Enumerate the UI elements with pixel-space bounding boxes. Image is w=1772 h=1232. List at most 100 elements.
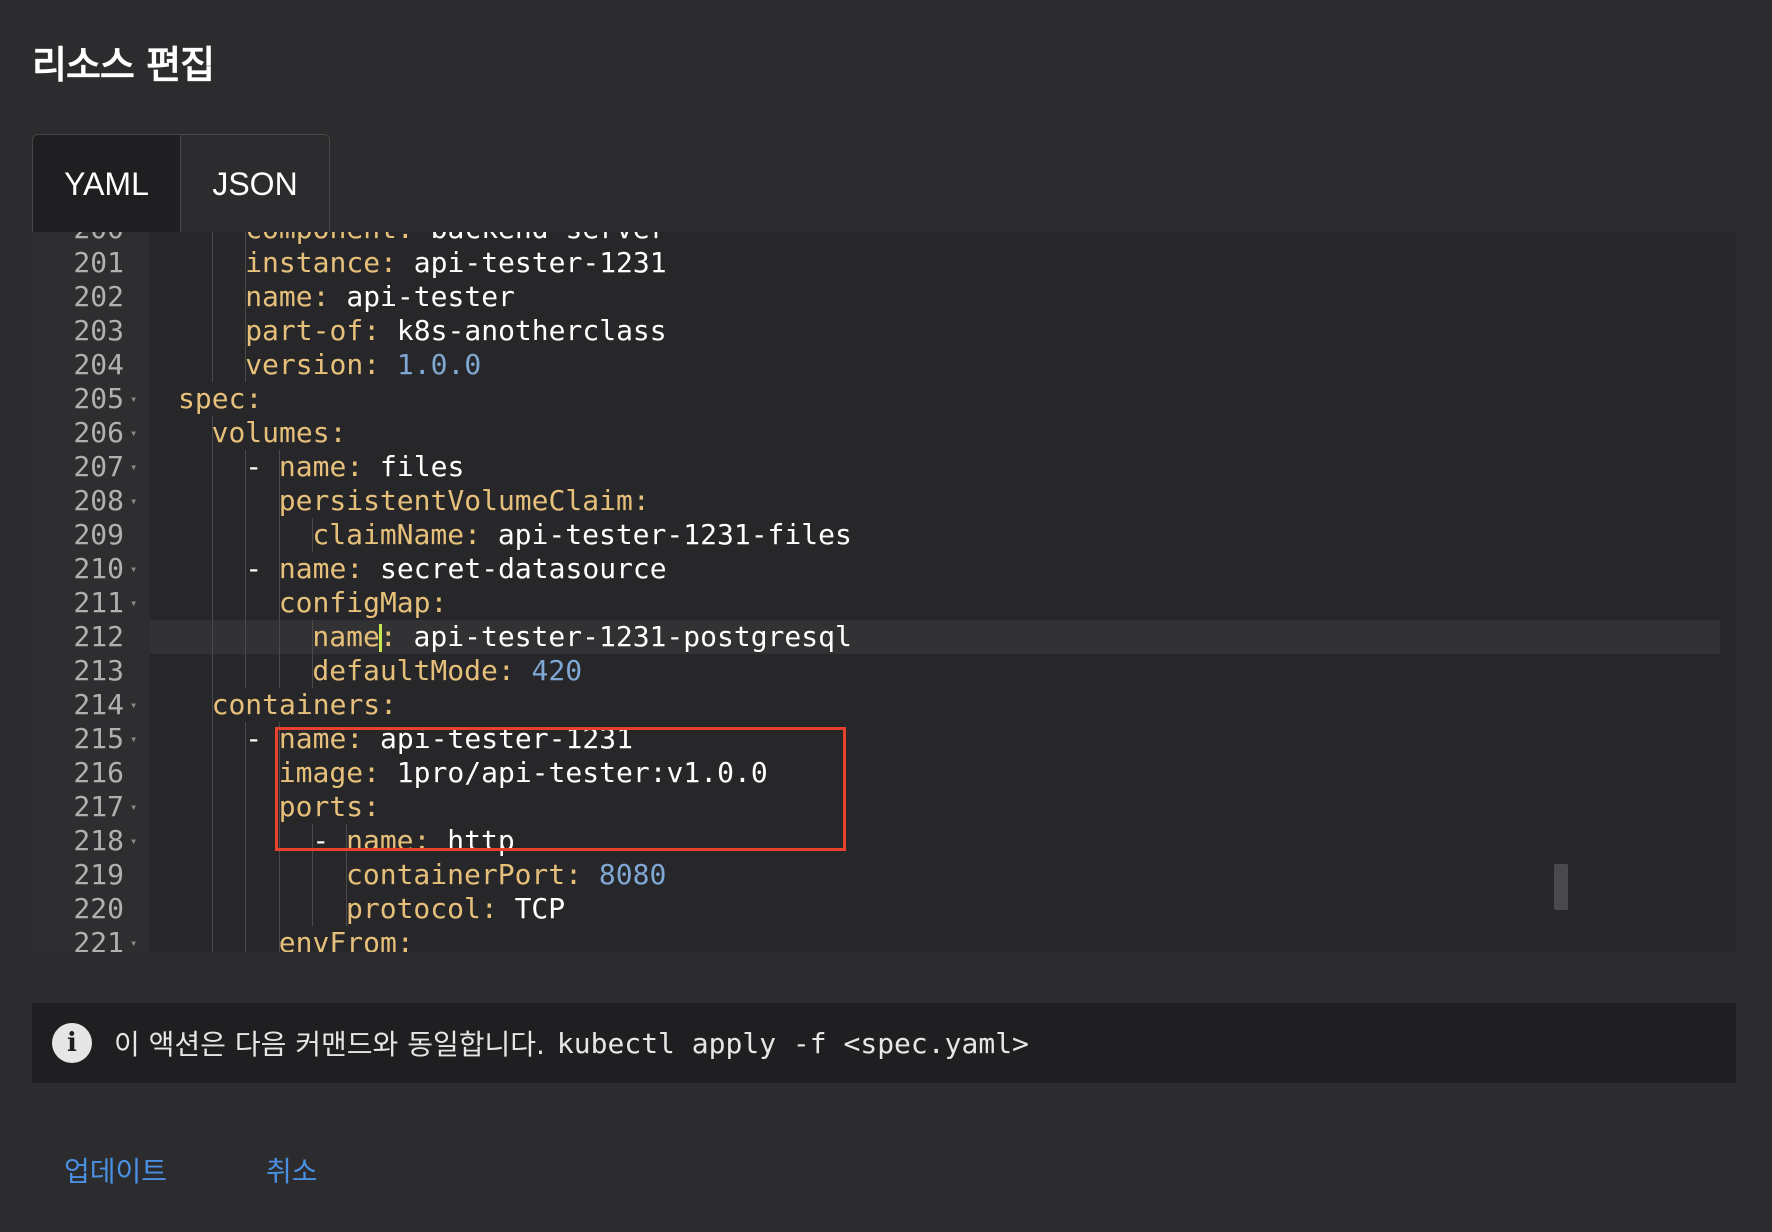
code-text: - name: secret-datasource bbox=[245, 552, 666, 586]
code-line[interactable]: 221 ▾ envFrom: bbox=[32, 926, 1736, 952]
update-button[interactable]: 업데이트 bbox=[64, 1150, 167, 1190]
code-text: image: 1pro/api-tester:v1.0.0 bbox=[279, 756, 768, 790]
indent-guide bbox=[211, 484, 213, 518]
code-line[interactable]: 212 name: api-tester-1231-postgresql bbox=[32, 620, 1736, 654]
format-tabs: YAML JSON bbox=[32, 134, 330, 233]
yaml-colon: : bbox=[346, 552, 364, 585]
yaml-code-editor[interactable]: 200 component: backend-server 201 instance:… bbox=[32, 232, 1736, 952]
code-line[interactable]: 220 protocol: TCP bbox=[32, 892, 1736, 926]
indent-guide bbox=[278, 824, 280, 858]
code-line[interactable]: 215 ▾ - name: api-tester-1231 bbox=[32, 722, 1736, 756]
yaml-key: name bbox=[346, 824, 414, 857]
code-line[interactable]: 210 ▾ - name: secret-datasource bbox=[32, 552, 1736, 586]
yaml-key: name bbox=[278, 722, 347, 755]
yaml-value: http bbox=[430, 824, 515, 857]
yaml-colon: : bbox=[380, 688, 398, 721]
indent-guide bbox=[211, 232, 213, 246]
yaml-key: claimName bbox=[312, 518, 465, 551]
yaml-key: configMap bbox=[278, 586, 431, 619]
yaml-colon: : bbox=[245, 382, 263, 415]
indent-guide bbox=[211, 654, 213, 688]
indent-guide bbox=[245, 756, 247, 790]
fold-toggle-icon[interactable]: ▾ bbox=[130, 382, 137, 416]
line-number: 204 bbox=[73, 348, 124, 381]
list-dash: - bbox=[312, 824, 347, 857]
editor-scrollbar[interactable] bbox=[1554, 864, 1568, 910]
fold-toggle-icon[interactable]: ▾ bbox=[130, 450, 137, 484]
indent-guide bbox=[245, 926, 247, 952]
line-number: 215 bbox=[73, 722, 124, 755]
cancel-button[interactable]: 취소 bbox=[266, 1150, 318, 1190]
code-line[interactable]: 211 ▾ configMap: bbox=[32, 586, 1736, 620]
code-text: instance: api-tester-1231 bbox=[245, 246, 666, 280]
indent-guide bbox=[278, 620, 280, 654]
code-line[interactable]: 200 component: backend-server bbox=[32, 232, 1736, 246]
code-line[interactable]: 219 containerPort: 8080 bbox=[32, 858, 1736, 892]
yaml-value: files bbox=[363, 450, 465, 483]
code-text: - name: http bbox=[312, 824, 514, 858]
yaml-value: secret-datasource bbox=[363, 552, 667, 585]
yaml-colon: : bbox=[346, 722, 364, 755]
tab-yaml[interactable]: YAML bbox=[33, 135, 181, 233]
yaml-value: api-tester bbox=[329, 280, 515, 313]
code-line[interactable]: 209 claimName: api-tester-1231-files bbox=[32, 518, 1736, 552]
line-number: 219 bbox=[73, 858, 124, 891]
line-number: 206 bbox=[73, 416, 124, 449]
code-line[interactable]: 217 ▾ ports: bbox=[32, 790, 1736, 824]
fold-toggle-icon[interactable]: ▾ bbox=[130, 926, 137, 952]
code-text: defaultMode: 420 bbox=[312, 654, 582, 688]
code-line[interactable]: 216 image: 1pro/api-tester:v1.0.0 bbox=[32, 756, 1736, 790]
code-text: part-of: k8s-anotherclass bbox=[245, 314, 666, 348]
code-lines: 200 component: backend-server 201 instance:… bbox=[32, 232, 1736, 952]
indent-guide bbox=[211, 552, 213, 586]
code-line[interactable]: 207 ▾ - name: files bbox=[32, 450, 1736, 484]
yaml-colon: : bbox=[346, 450, 364, 483]
fold-toggle-icon[interactable]: ▾ bbox=[130, 416, 137, 450]
yaml-key: containerPort bbox=[346, 858, 566, 891]
info-banner: i 이 액션은 다음 커맨드와 동일합니다. kubectl apply -f … bbox=[32, 1003, 1736, 1083]
indent-guide bbox=[211, 280, 213, 314]
code-line[interactable]: 201 instance: api-tester-1231 bbox=[32, 246, 1736, 280]
indent-guide bbox=[245, 858, 247, 892]
fold-toggle-icon[interactable]: ▾ bbox=[130, 688, 137, 722]
code-line[interactable]: 205 ▾ spec: bbox=[32, 382, 1736, 416]
code-line[interactable]: 204 version: 1.0.0 bbox=[32, 348, 1736, 382]
yaml-value: 1pro/api-tester:v1.0.0 bbox=[379, 756, 768, 789]
yaml-value: api-tester-1231-postgresql bbox=[396, 620, 852, 653]
indent-guide bbox=[211, 450, 213, 484]
fold-toggle-icon[interactable]: ▾ bbox=[130, 552, 137, 586]
yaml-colon: : bbox=[480, 892, 498, 925]
code-line[interactable]: 206 ▾ volumes: bbox=[32, 416, 1736, 450]
line-number: 200 bbox=[32, 232, 124, 246]
indent-guide bbox=[211, 722, 213, 756]
info-text: 이 액션은 다음 커맨드와 동일합니다. bbox=[114, 1028, 545, 1061]
code-line[interactable]: 202 name: api-tester bbox=[32, 280, 1736, 314]
fold-toggle-icon[interactable]: ▾ bbox=[130, 790, 137, 824]
code-line[interactable]: 208 ▾ persistentVolumeClaim: bbox=[32, 484, 1736, 518]
yaml-key: instance bbox=[245, 246, 381, 279]
code-line[interactable]: 203 part-of: k8s-anotherclass bbox=[32, 314, 1736, 348]
fold-toggle-icon[interactable]: ▾ bbox=[130, 824, 137, 858]
line-number: 208 bbox=[73, 484, 124, 517]
info-command: kubectl apply -f <spec.yaml> bbox=[556, 1026, 1029, 1060]
yaml-colon: : bbox=[329, 416, 347, 449]
edit-resource-dialog: 리소스 편집 YAML JSON 200 component: backend-s… bbox=[0, 0, 1772, 1232]
code-text: spec: bbox=[178, 382, 262, 416]
yaml-colon: : bbox=[363, 756, 380, 789]
line-number: 211 bbox=[73, 586, 124, 619]
tab-json[interactable]: JSON bbox=[181, 135, 329, 233]
fold-toggle-icon[interactable]: ▾ bbox=[130, 484, 137, 518]
fold-toggle-icon[interactable]: ▾ bbox=[130, 722, 137, 756]
indent-guide bbox=[278, 518, 280, 552]
code-line[interactable]: 214 ▾ containers: bbox=[32, 688, 1736, 722]
indent-guide bbox=[211, 926, 213, 952]
code-line[interactable]: 218 ▾ - name: http bbox=[32, 824, 1736, 858]
yaml-key: containers bbox=[211, 688, 381, 721]
indent-guide bbox=[245, 892, 247, 926]
indent-guide bbox=[245, 586, 247, 620]
indent-guide bbox=[211, 824, 213, 858]
code-text: containerPort: 8080 bbox=[346, 858, 666, 892]
fold-toggle-icon[interactable]: ▾ bbox=[130, 586, 137, 620]
indent-guide bbox=[211, 756, 213, 790]
code-line[interactable]: 213 defaultMode: 420 bbox=[32, 654, 1736, 688]
